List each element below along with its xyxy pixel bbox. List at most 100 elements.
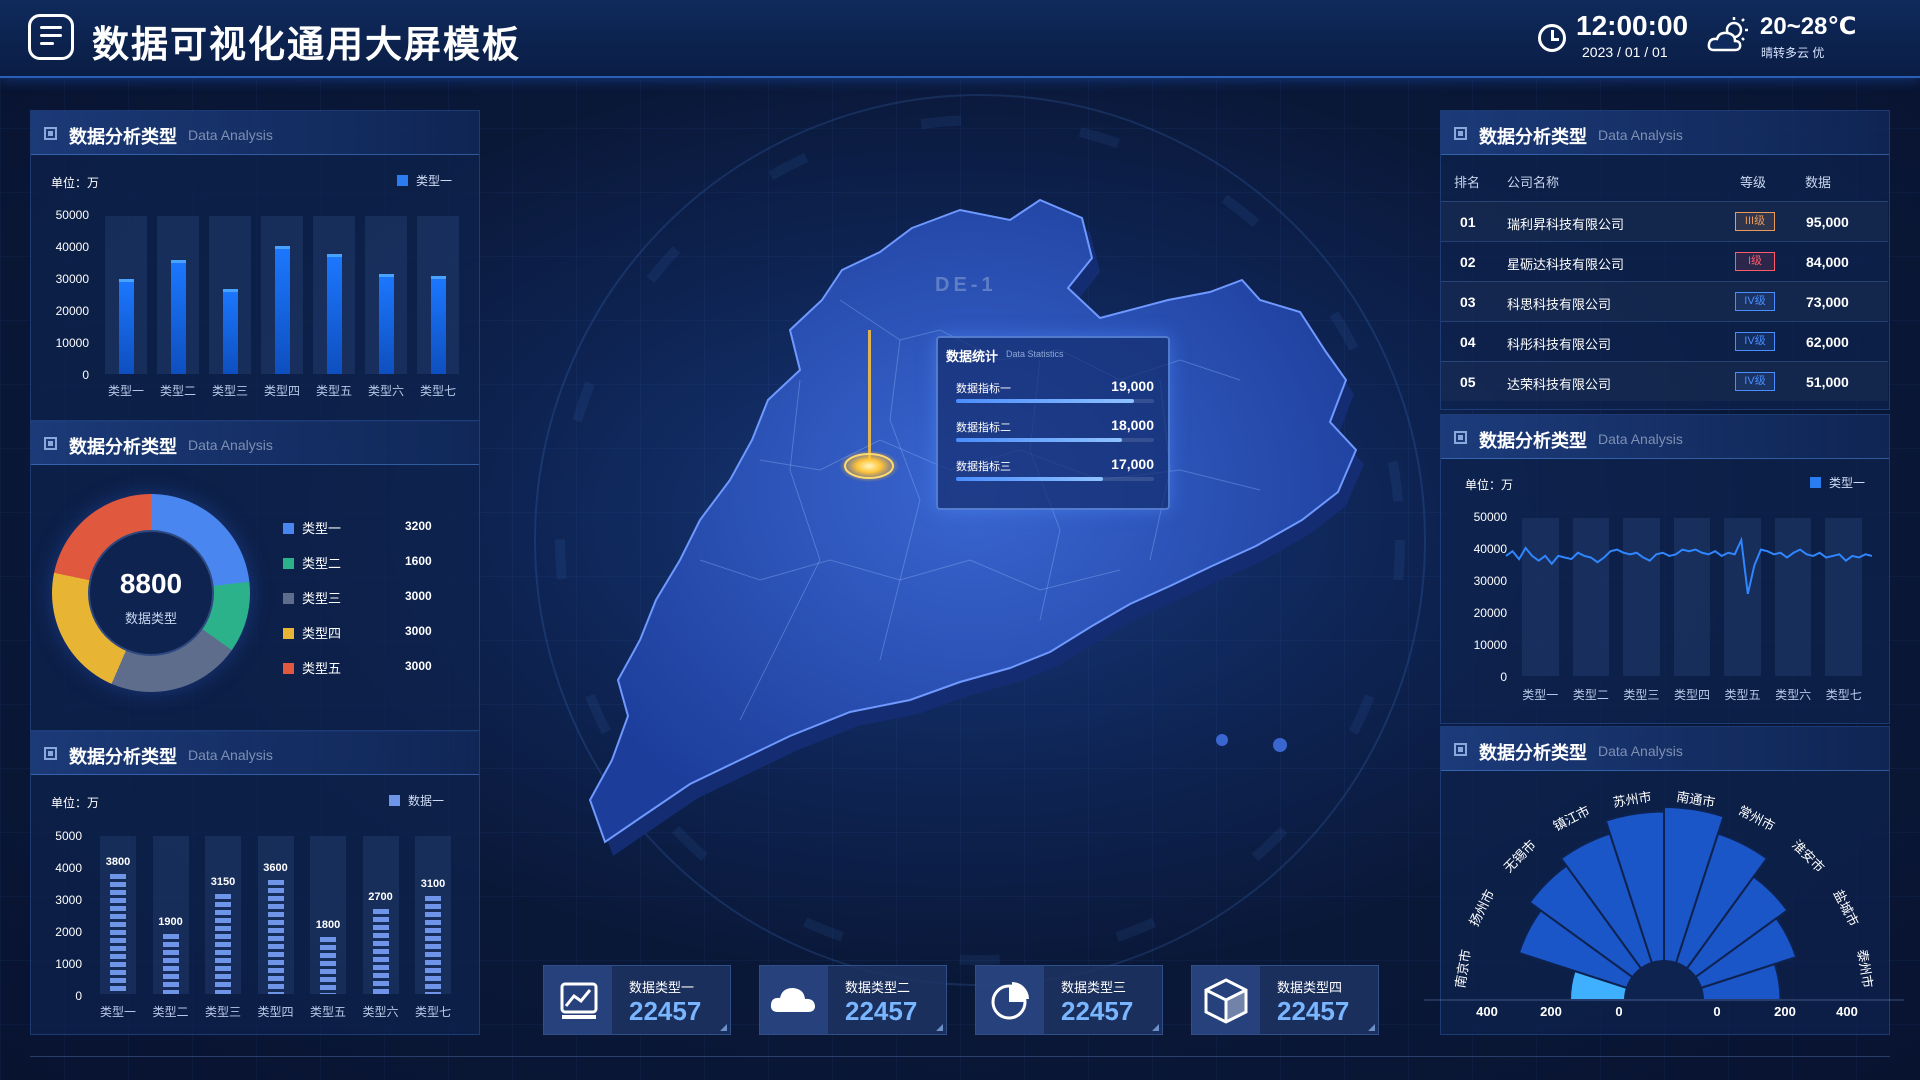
legend-label: 类型四 [302,626,342,641]
chart-unit: 单位：万 [51,176,100,190]
panel-header: 数据分析类型 Data Analysis [1441,415,1889,459]
panel-title: 数据分析类型 [1479,127,1587,147]
x-tick: 类型四 [263,384,300,398]
y-tick: 30000 [1473,574,1507,588]
table-row[interactable]: 04 科彤科技有限公司 IV级 62,000 [1441,321,1888,361]
chart-legend[interactable]: 类型一 [1810,474,1865,491]
table-row[interactable]: 02 星砺达科技有限公司 I级 84,000 [1441,241,1888,281]
x-tick: 类型五 [1724,688,1761,702]
panel-rose-chart: 数据分析类型 Data Analysis [1440,726,1890,1035]
table-header-rank: 排名 [1454,175,1481,190]
data-label: 1900 [158,915,183,928]
column-band [1623,518,1660,676]
y-tick: 20000 [55,304,89,318]
legend-value: 1600 [405,554,432,568]
panel-line-chart: 数据分析类型 Data Analysis [1440,414,1890,724]
column-band [1572,518,1610,676]
x-tick: 类型四 [257,1005,294,1019]
metric-label: 数据指标二 [956,422,1011,434]
card-label: 数据类型三 [1061,980,1127,995]
legend-value: 3000 [405,624,432,638]
stats-title: 数据统计 [946,349,999,364]
summary-card[interactable]: 数据类型一 22457 [543,965,731,1035]
segmented-bar [110,873,126,994]
card-value: 22457 [629,996,702,1026]
x-tick: 类型五 [309,1005,346,1019]
panel-icon [44,127,57,140]
metric-bar [956,438,1154,442]
summary-card[interactable]: 数据类型四 22457 [1191,965,1379,1035]
table-header-level: 等级 [1740,175,1767,190]
rank-cell: 02 [1460,254,1476,270]
legend-item: 类型一 [283,518,341,537]
rank-cell: 03 [1460,294,1476,310]
corner-mark [720,1024,727,1031]
table-row[interactable]: 01 瑞利昇科技有限公司 III级 95,000 [1441,201,1888,241]
card-label: 数据类型四 [1277,980,1343,995]
x-tick: 类型四 [1673,688,1710,702]
header-bar: 数据可视化通用大屏模板 12:00:00 2023 / 01 / 01 20~2… [0,0,1920,78]
bar [379,274,394,374]
temperature: 20~28℃ [1760,13,1857,40]
data-label: 3100 [420,878,446,891]
chart-legend[interactable]: 数据一 [389,792,444,809]
corner-mark [936,1024,943,1031]
legend-item: 类型三 [283,588,341,607]
panel-title-en: Data Analysis [1598,127,1683,143]
y-tick: 1000 [55,957,82,971]
company-name: 科彤科技有限公司 [1507,337,1612,352]
rose-axis-label: 0 [1713,1004,1721,1019]
column-band [1673,518,1711,676]
map-tag: DE-1 [935,274,997,296]
island [1273,738,1287,752]
card-value: 22457 [1061,996,1134,1026]
table-row[interactable]: 03 科思科技有限公司 IV级 73,000 [1441,281,1888,321]
island [1216,734,1228,746]
metric-value: 18,000 [1111,417,1154,433]
card-value: 22457 [1277,996,1350,1026]
cloud-icon [760,966,828,1034]
x-tick: 类型一 [107,384,144,398]
x-tick: 类型六 [1775,688,1812,702]
legend-swatch [283,523,294,534]
x-tick: 类型三 [204,1005,241,1019]
data-label: 2700 [368,890,393,903]
weather-desc: 晴转多云 优 [1761,46,1825,60]
value-cell: 62,000 [1806,334,1849,350]
panel-icon [44,747,57,760]
x-tick: 类型七 [414,1005,451,1019]
panel-title: 数据分析类型 [69,127,177,147]
x-tick: 类型六 [367,384,404,398]
level-badge: IV级 [1735,292,1775,311]
panel-header: 数据分析类型 Data Analysis [1441,727,1889,771]
rose-axis-label: 400 [1476,1004,1498,1019]
legend-item: 类型四 [283,623,341,642]
x-tick: 类型一 [1522,688,1559,702]
y-tick: 10000 [1473,638,1507,652]
x-tick: 类型三 [1623,688,1660,702]
bar [327,253,342,374]
panel-title-en: Data Analysis [188,437,273,453]
panel-icon [1454,743,1467,756]
card-value: 22457 [845,996,918,1026]
bar [171,260,186,374]
y-tick: 0 [82,368,89,382]
legend-item: 类型二 [283,553,341,572]
summary-card[interactable]: 数据类型二 22457 [759,965,947,1035]
donut-total: 8800 [119,568,183,599]
table-header-value: 数据 [1805,175,1832,190]
company-name: 科思科技有限公司 [1507,297,1612,312]
page-title: 数据可视化通用大屏模板 [92,24,521,65]
chart-legend[interactable]: 类型一 [397,172,452,189]
summary-card[interactable]: 数据类型三 22457 [975,965,1163,1035]
y-tick: 40000 [55,240,89,254]
value-cell: 73,000 [1806,294,1849,310]
table-row[interactable]: 05 达荣科技有限公司 IV级 51,000 [1441,361,1888,401]
panel-header: 数据分析类型 Data Analysis [31,731,479,775]
rose-axis-label: 0 [1615,1004,1623,1019]
x-tick: 类型七 [419,384,456,398]
menu-logo-icon[interactable] [28,14,74,60]
x-tick: 类型五 [315,384,352,398]
y-tick: 40000 [1473,542,1507,556]
panel-title-en: Data Analysis [1598,743,1683,759]
